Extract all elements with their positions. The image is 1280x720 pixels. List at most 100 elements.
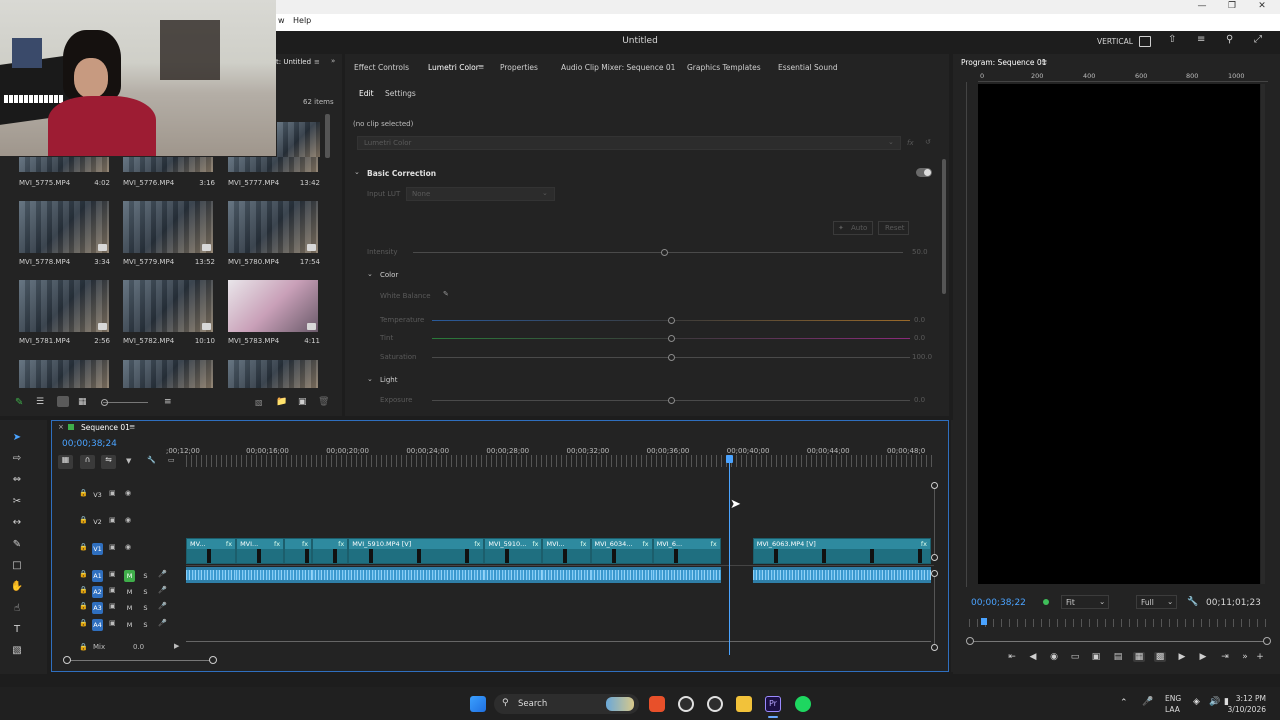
premiere-pro-icon[interactable]: Pr	[765, 696, 781, 712]
fx-badge[interactable]: fx	[921, 540, 927, 548]
project-tab[interactable]: t: Untitled	[276, 58, 311, 66]
new-item-icon[interactable]: ▣	[298, 397, 307, 407]
intensity-value[interactable]: 50.0	[912, 248, 928, 256]
color-section-title[interactable]: Color	[380, 271, 398, 279]
mark-out-icon[interactable]: ⇥	[1219, 652, 1231, 662]
automate-icon[interactable]: ▧	[255, 398, 263, 407]
lock-icon[interactable]: 🔒	[79, 602, 88, 610]
zoom-handle-right[interactable]	[209, 656, 217, 664]
clip-thumbnail[interactable]	[228, 157, 318, 172]
video-clip[interactable]: MVI... fx	[542, 538, 591, 564]
fit-select[interactable]: Fit ⌄	[1061, 595, 1109, 609]
sequence-tab[interactable]: Sequence 01	[81, 423, 130, 432]
overwrite-icon[interactable]: ▤	[1112, 652, 1124, 662]
zoom-slider[interactable]	[103, 402, 148, 403]
wrench-icon[interactable]: 🔧	[147, 456, 156, 464]
exposure-value[interactable]: 0.0	[914, 396, 925, 404]
sync-lock-icon[interactable]: ▣	[109, 586, 116, 594]
eye-icon[interactable]: ◉	[125, 516, 131, 524]
lock-icon[interactable]: 🔒	[79, 643, 88, 651]
auto-button[interactable]: ✦ Auto	[833, 221, 873, 235]
lock-icon[interactable]: 🔒	[79, 570, 88, 578]
intensity-slider-knob[interactable]	[661, 249, 668, 256]
video-clip[interactable]: MVI... fx	[236, 538, 285, 564]
fx-icon[interactable]: fx	[907, 139, 914, 147]
program-tab[interactable]: Program: Sequence 01	[961, 58, 1046, 67]
reset-button[interactable]: Reset	[878, 221, 909, 235]
tab-effect-controls[interactable]: Effect Controls	[354, 63, 409, 72]
audio-clip[interactable]	[236, 567, 285, 583]
clock-time[interactable]: 3:12 PM	[1232, 694, 1266, 703]
solo-button[interactable]: S	[140, 619, 151, 631]
solo-button[interactable]: S	[140, 602, 151, 614]
wifi-icon[interactable]: ◈	[1193, 697, 1200, 707]
new-bin-icon[interactable]: 📁	[276, 397, 287, 407]
panel-menu-icon[interactable]: ≡	[129, 422, 135, 431]
freeform-view-icon[interactable]: ▦	[78, 397, 87, 407]
input-lut-select[interactable]: None ⌄	[406, 187, 555, 201]
subtab-edit[interactable]: Edit	[359, 89, 374, 98]
sync-lock-icon[interactable]: ▣	[109, 543, 116, 551]
track-select-icon[interactable]: ⇨	[10, 452, 24, 466]
fx-badge[interactable]: fx	[274, 540, 280, 548]
marker-icon[interactable]: ▼	[126, 457, 131, 465]
basic-correction-title[interactable]: Basic Correction	[367, 169, 436, 178]
lock-icon[interactable]: 🔒	[79, 516, 88, 524]
more-icon[interactable]: »	[1239, 652, 1251, 662]
fullscreen-icon[interactable]: ⤢	[1254, 34, 1266, 45]
trash-icon[interactable]: 🗑	[318, 397, 329, 407]
audio-clip[interactable]	[312, 567, 349, 583]
taskbar-search[interactable]: ⚲ Search	[494, 694, 639, 714]
solo-button[interactable]: S	[140, 570, 151, 582]
audio-clip[interactable]	[752, 567, 931, 583]
microphone-icon[interactable]: 🎤	[158, 619, 167, 627]
close-icon[interactable]: ×	[58, 423, 64, 431]
video-clip[interactable]: MVI_6... fx	[652, 538, 721, 564]
track-target-V1[interactable]: V1	[92, 543, 103, 555]
clip-thumbnail[interactable]	[123, 201, 213, 253]
light-section-title[interactable]: Light	[380, 376, 397, 384]
clip-thumbnail[interactable]	[123, 280, 213, 332]
playhead-line[interactable]	[728, 459, 730, 655]
video-clip[interactable]: fx	[284, 538, 313, 564]
eye-icon[interactable]: ◉	[125, 543, 131, 551]
audio-clip[interactable]	[652, 567, 721, 583]
timeline-zoom-bar[interactable]	[68, 660, 213, 661]
chevron-up-icon[interactable]: ⌃	[1120, 698, 1128, 708]
video-clip[interactable]: MVI_5910.MP4 [V] fx	[348, 538, 485, 564]
tab-essential-sound[interactable]: Essential Sound	[778, 63, 838, 72]
clip-thumbnail[interactable]	[123, 157, 213, 172]
tab-properties[interactable]: Properties	[500, 63, 538, 72]
caption-tool-icon[interactable]: ▧	[10, 644, 24, 658]
clip-thumbnail[interactable]	[228, 280, 318, 332]
clip-thumbnail[interactable]	[228, 360, 318, 388]
lock-icon[interactable]: 🔒	[79, 489, 88, 497]
safe-margins-icon[interactable]: ▭	[1069, 652, 1081, 662]
language-code[interactable]: ENG	[1165, 694, 1181, 703]
file-explorer-icon[interactable]	[736, 696, 752, 712]
basic-correction-toggle[interactable]	[916, 168, 932, 177]
subtab-settings[interactable]: Settings	[385, 89, 416, 98]
audio-clip[interactable]	[542, 567, 591, 583]
scroll-handle[interactable]	[931, 570, 938, 577]
fx-badge[interactable]: fx	[338, 540, 344, 548]
captions-icon[interactable]: ▭	[168, 456, 175, 464]
panel-menu-icon[interactable]: ≡	[314, 58, 320, 66]
microphone-icon[interactable]: 🎤	[158, 586, 167, 594]
reset-effect-icon[interactable]: ↺	[925, 138, 931, 146]
fx-badge[interactable]: fx	[302, 540, 308, 548]
step-back-icon[interactable]: ◀	[1027, 652, 1039, 662]
minimize-icon[interactable]: —	[1192, 1, 1212, 14]
close-icon[interactable]: ✕	[1252, 1, 1272, 14]
clip-thumbnail[interactable]	[19, 360, 109, 388]
track-target-V2[interactable]: V2	[92, 516, 103, 528]
sync-lock-icon[interactable]: ▣	[109, 570, 116, 578]
play-icon[interactable]: ▶	[1197, 652, 1209, 662]
saturation-value[interactable]: 100.0	[912, 353, 932, 361]
eye-icon[interactable]: ◉	[125, 489, 131, 497]
fx-badge[interactable]: fx	[532, 540, 538, 548]
hand-tool-icon[interactable]: ✋	[10, 580, 24, 594]
clip-thumbnail[interactable]	[19, 280, 109, 332]
expand-icon[interactable]: »	[331, 57, 335, 65]
lumetri-scrollbar[interactable]	[942, 159, 946, 294]
